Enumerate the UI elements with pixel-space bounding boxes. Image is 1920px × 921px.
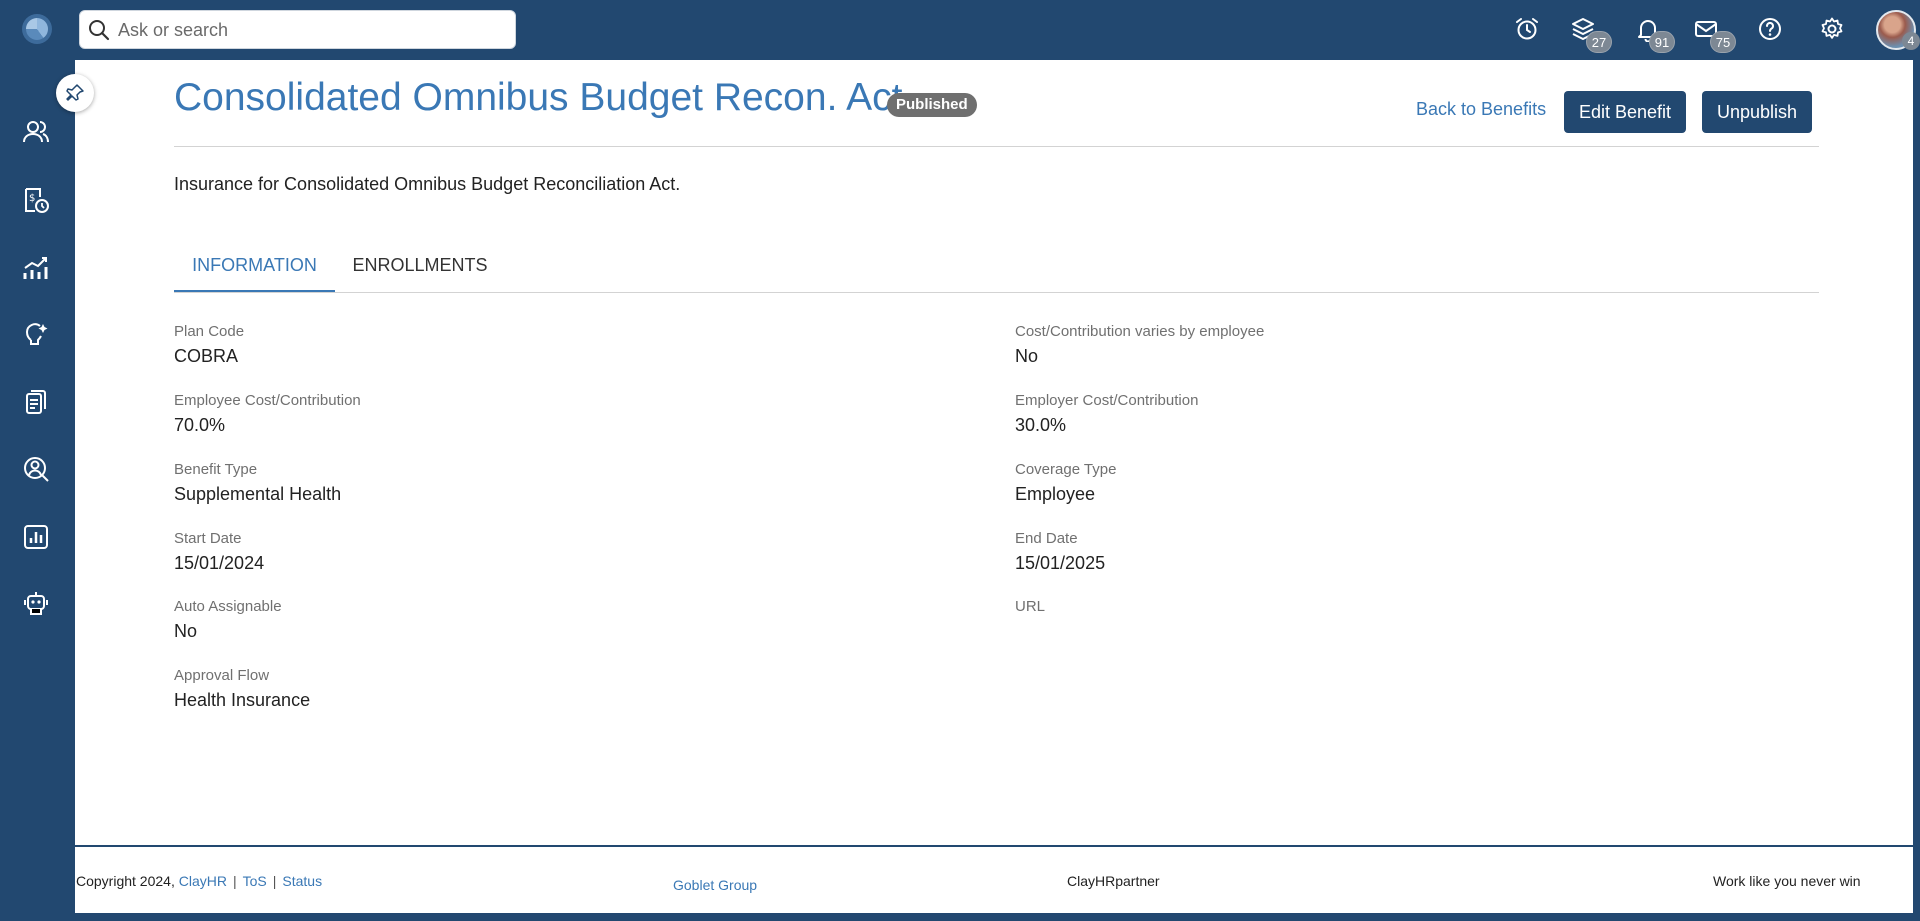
layers-count-badge: 27 [1586, 31, 1612, 53]
varies-by-employee-value: No [1015, 346, 1039, 366]
back-to-benefits-link[interactable]: Back to Benefits [1416, 99, 1546, 120]
start-date-label: Start Date [174, 530, 242, 547]
footer-partner: ClayHRpartner [1067, 873, 1160, 889]
employee-cost-value: 70.0% [174, 415, 226, 435]
top-bar: 27 91 75 4 [0, 0, 1920, 60]
benefit-type-value: Supplemental Health [174, 484, 342, 504]
payroll-clock-icon[interactable]: $ [20, 184, 52, 216]
plan-code-label: Plan Code [174, 323, 245, 340]
growth-chart-icon[interactable] [20, 252, 52, 284]
approval-flow-value: Health Insurance [174, 690, 311, 710]
alarm-clock-icon[interactable] [1510, 12, 1544, 46]
clayhr-link[interactable]: ClayHR [179, 873, 227, 889]
edit-benefit-button[interactable]: Edit Benefit [1564, 91, 1686, 133]
gear-icon[interactable] [1815, 12, 1849, 46]
benefit-type-label: Benefit Type [174, 461, 258, 478]
page-title: Consolidated Omnibus Budget Recon. Act [174, 76, 903, 119]
footer-tagline: Work like you never win [1713, 873, 1861, 889]
tab-information[interactable]: INFORMATION [174, 255, 335, 293]
pin-icon [66, 84, 84, 101]
coverage-type-label: Coverage Type [1015, 461, 1117, 478]
search-box[interactable] [79, 10, 516, 49]
employer-cost-label: Employer Cost/Contribution [1015, 392, 1199, 409]
auto-assignable-label: Auto Assignable [174, 598, 282, 615]
auto-assignable-value: No [174, 621, 198, 641]
header-divider [174, 146, 1819, 147]
approval-flow-label: Approval Flow [174, 667, 270, 684]
report-chart-icon[interactable] [20, 521, 52, 553]
url-label: URL [1015, 598, 1046, 615]
footer-divider [75, 845, 1913, 847]
mail-count-badge: 75 [1710, 31, 1736, 53]
start-date-value: 15/01/2024 [174, 553, 265, 573]
varies-by-employee-label: Cost/Contribution varies by employee [1015, 323, 1265, 340]
employee-cost-label: Employee Cost/Contribution [174, 392, 361, 409]
avatar-badge: 4 [1902, 32, 1920, 50]
status-link[interactable]: Status [282, 873, 322, 889]
tabs-divider [174, 292, 1819, 293]
app-logo-icon[interactable] [22, 14, 52, 44]
unpublish-button[interactable]: Unpublish [1702, 91, 1812, 133]
end-date-label: End Date [1015, 530, 1078, 547]
footer-goblet: Goblet Group [673, 877, 757, 893]
person-search-icon[interactable] [20, 453, 52, 485]
search-input[interactable] [118, 17, 498, 43]
svg-text:$: $ [29, 193, 35, 204]
notifications-count-badge: 91 [1649, 31, 1675, 53]
lightbulb-icon[interactable] [20, 319, 52, 351]
coverage-type-value: Employee [1015, 484, 1096, 504]
help-icon[interactable] [1753, 12, 1787, 46]
copyright-text: Copyright 2024, [76, 873, 175, 889]
tos-link[interactable]: ToS [243, 873, 267, 889]
pin-button[interactable] [56, 74, 94, 112]
employer-cost-value: 30.0% [1015, 415, 1067, 435]
footer-copyright: Copyright 2024, ClayHR | ToS | Status [76, 873, 322, 889]
robot-icon[interactable] [20, 587, 52, 619]
status-badge: Published [887, 93, 977, 117]
people-icon[interactable] [20, 116, 52, 148]
footer-separator: | [272, 873, 277, 889]
footer-separator: | [232, 873, 237, 889]
sidebar: $ [0, 60, 75, 921]
documents-icon[interactable] [20, 386, 52, 418]
benefit-description: Insurance for Consolidated Omnibus Budge… [174, 174, 681, 194]
search-icon [89, 20, 110, 41]
tab-enrollments[interactable]: ENROLLMENTS [350, 255, 490, 293]
goblet-group-link[interactable]: Goblet Group [673, 877, 757, 893]
end-date-value: 15/01/2025 [1015, 553, 1106, 573]
plan-code-value: COBRA [174, 346, 239, 366]
